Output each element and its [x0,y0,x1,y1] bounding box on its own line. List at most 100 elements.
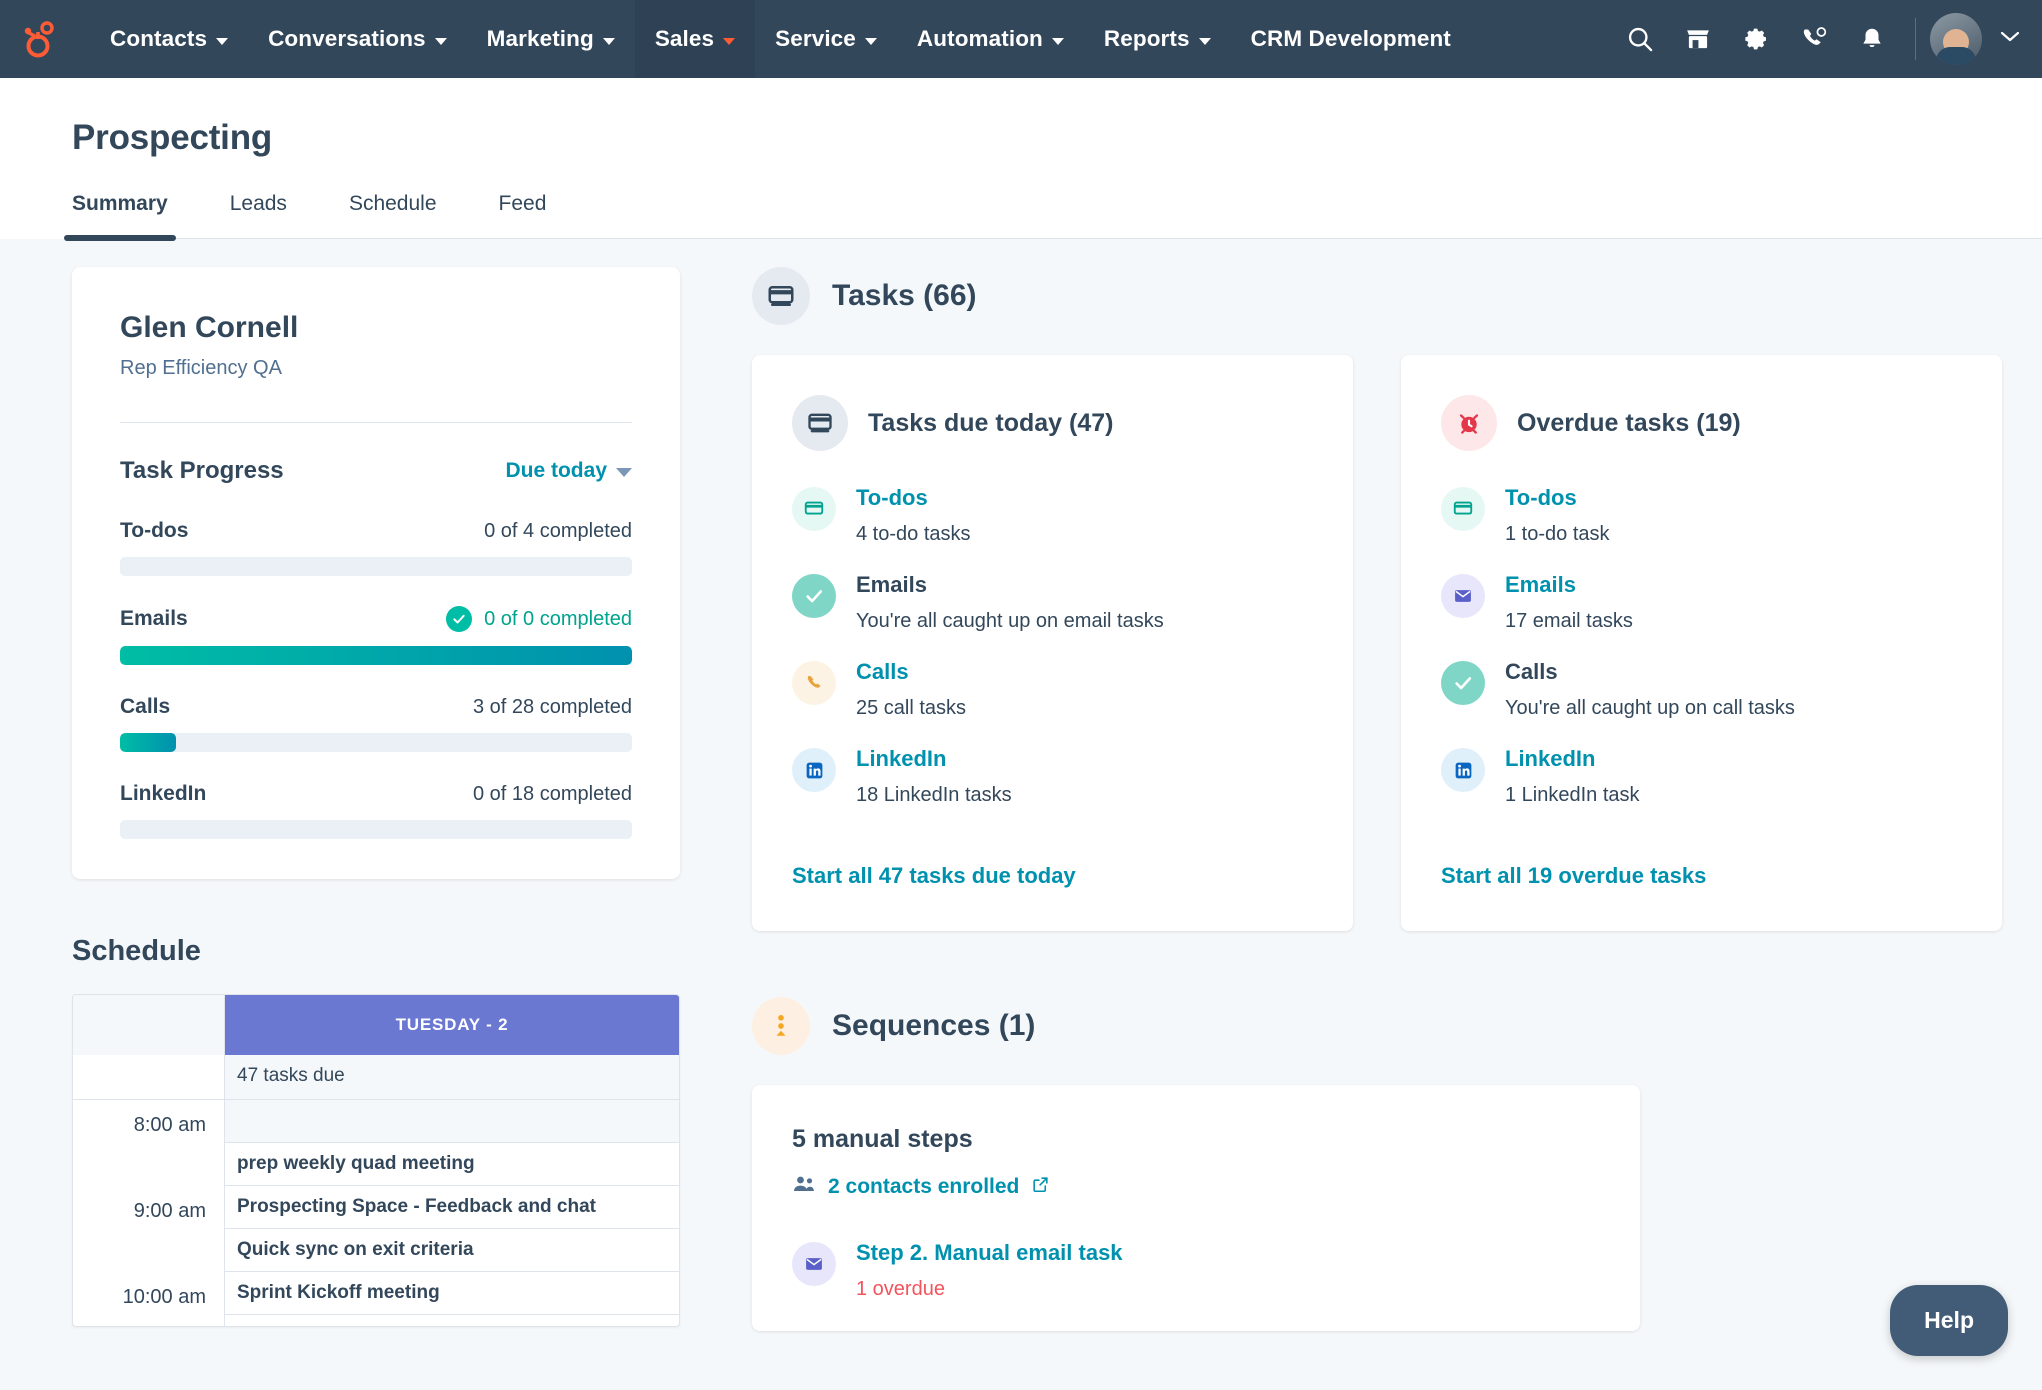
overdue-tasks-card: Overdue tasks (19) To-dos 1 to-do task E… [1401,355,2002,931]
schedule-header-row: TUESDAY - 2 [73,995,679,1055]
start-all-tasks-due-today-link[interactable]: Start all 47 tasks due today [792,863,1076,889]
chevron-down-icon [1051,37,1064,45]
settings-gear-icon[interactable] [1727,10,1785,68]
account-chevron-down-icon[interactable] [1998,29,2022,49]
tab-summary[interactable]: Summary [64,192,176,241]
due-today-filter-label: Due today [505,459,607,482]
task-type-sub: 18 LinkedIn tasks [856,784,1012,806]
notifications-bell-icon[interactable] [1843,10,1901,68]
task-type-sub: 1 to-do task [1505,523,1610,545]
progress-label: Calls [120,695,171,718]
nav-item-label: Contacts [110,26,208,51]
schedule-calendar: TUESDAY - 2 47 tasks due 8:00 am prep we… [72,994,680,1327]
nav-divider [1915,18,1916,60]
schedule-time-label: 8:00 am [73,1100,225,1186]
sequence-step-row: Step 2. Manual email task 1 overdue [792,1240,1600,1301]
tasks-due-today-card: Tasks due today (47) To-dos 4 to-do task… [752,355,1353,931]
progress-fill [120,646,632,665]
progress-row-linkedin: LinkedIn 0 of 18 completed [120,782,632,806]
tab-leads[interactable]: Leads [230,192,287,238]
card-header: Overdue tasks (19) [1441,395,1962,451]
task-type-row-emails: Emails 17 email tasks [1441,572,1962,633]
task-type-link[interactable]: Calls [856,659,966,685]
todo-icon [1441,487,1485,531]
left-column: Glen Cornell Rep Efficiency QA Task Prog… [72,267,680,1331]
task-type-sub: You're all caught up on email tasks [856,610,1164,632]
task-type-link[interactable]: To-dos [1505,485,1610,511]
start-all-overdue-tasks-link[interactable]: Start all 19 overdue tasks [1441,863,1706,889]
tasks-icon [792,395,848,451]
schedule-tasks-due-row: 47 tasks due [73,1055,679,1100]
task-progress-header: Task Progress Due today [120,457,632,485]
sequence-step-overdue: 1 overdue [856,1278,945,1300]
chevron-down-icon [602,37,615,45]
schedule-event[interactable]: Prospecting Space - Feedback and chat [225,1186,679,1229]
rep-role: Rep Efficiency QA [120,357,282,379]
nav-menu: Contacts Conversations Marketing Sales S… [90,0,1471,78]
task-type-sub: You're all caught up on call tasks [1505,697,1795,719]
task-type-row-emails: Emails You're all caught up on email tas… [792,572,1313,633]
task-type-link[interactable]: Emails [1505,572,1633,598]
tasks-icon [752,267,810,325]
schedule-tasks-due[interactable]: 47 tasks due [225,1055,679,1099]
calling-icon[interactable] [1785,10,1843,68]
sequences-icon [752,997,810,1055]
nav-item-marketing[interactable]: Marketing [467,0,635,78]
nav-item-conversations[interactable]: Conversations [248,0,467,78]
help-button[interactable]: Help [1890,1285,2008,1356]
schedule-title: Schedule [72,935,201,967]
tasks-section-title: Tasks (66) [832,279,977,312]
schedule-event[interactable]: prep weekly quad meeting [225,1143,679,1186]
progress-track-emails [120,646,632,665]
task-progress-card: Glen Cornell Rep Efficiency QA Task Prog… [72,267,680,879]
task-type-link[interactable]: LinkedIn [856,746,1012,772]
schedule-event[interactable]: Sprint Kickoff meeting [225,1272,679,1315]
tab-feed[interactable]: Feed [499,192,547,238]
schedule-event[interactable]: Quick sync on exit criteria [225,1229,679,1272]
task-type-row-todos: To-dos 4 to-do tasks [792,485,1313,546]
schedule-cells: prep weekly quad meeting [225,1100,679,1186]
linkedin-icon [1441,748,1485,792]
progress-label: To-dos [120,519,189,542]
search-icon[interactable] [1611,10,1669,68]
task-type-row-linkedin: LinkedIn 1 LinkedIn task [1441,746,1962,807]
due-today-filter-dropdown[interactable]: Due today [505,459,632,483]
nav-item-automation[interactable]: Automation [897,0,1084,78]
progress-label: Emails [120,607,188,630]
card-title: Tasks due today (47) [868,408,1114,437]
page-title: Prospecting [72,118,273,157]
nav-item-contacts[interactable]: Contacts [90,0,248,78]
task-type-sub: 1 LinkedIn task [1505,784,1640,806]
nav-item-crm-development[interactable]: CRM Development [1231,0,1471,78]
task-type-link[interactable]: LinkedIn [1505,746,1640,772]
todo-icon [792,487,836,531]
contacts-icon [792,1174,816,1200]
hubspot-logo-icon[interactable] [18,17,62,61]
top-navigation-bar: Contacts Conversations Marketing Sales S… [0,0,2042,78]
card-title: Overdue tasks (19) [1517,408,1741,437]
nav-item-label: Conversations [268,26,426,51]
task-type-sub: 4 to-do tasks [856,523,971,545]
external-link-icon [1031,1175,1050,1200]
tab-bar: Summary Leads Schedule Feed [64,192,2042,241]
avatar[interactable] [1930,13,1982,65]
chevron-down-icon [1198,37,1211,45]
nav-item-sales[interactable]: Sales [634,0,756,78]
schedule-gutter [73,1055,225,1099]
sequence-card: 5 manual steps 2 contacts enrolled Step … [752,1085,1640,1331]
nav-item-reports[interactable]: Reports [1084,0,1231,78]
marketplace-icon[interactable] [1669,10,1727,68]
progress-fill [120,733,177,752]
nav-item-service[interactable]: Service [755,0,897,78]
envelope-icon [792,1242,836,1286]
schedule-gutter [73,995,225,1055]
page-content: Glen Cornell Rep Efficiency QA Task Prog… [0,239,2042,1331]
nav-item-label: Service [775,26,856,51]
contacts-enrolled-link[interactable]: 2 contacts enrolled [792,1174,1600,1200]
chevron-down-icon [723,37,736,45]
check-icon [446,606,473,632]
task-type-link[interactable]: To-dos [856,485,971,511]
task-type-label: Emails [856,572,927,597]
sequence-step-link[interactable]: Step 2. Manual email task [856,1240,1123,1266]
tab-schedule[interactable]: Schedule [349,192,437,238]
